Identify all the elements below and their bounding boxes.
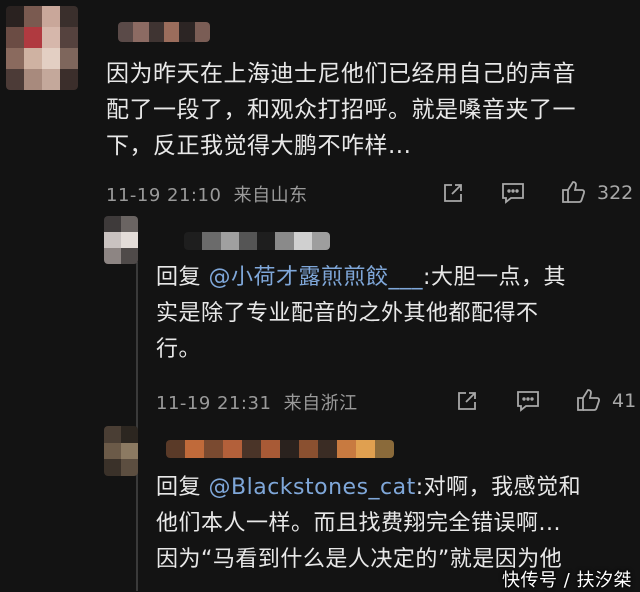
reply-line: 行。	[156, 337, 202, 362]
reply-body: 回复 @小荷才露煎煎餃___:大胆一点，其 实是除了专业配音的之外其他都配得不 …	[156, 260, 636, 368]
reply-line: 实是除了专业配音的之外其他都配得不	[156, 301, 539, 326]
username-blurred[interactable]	[166, 440, 394, 458]
like-button[interactable]	[574, 386, 602, 414]
reply-location: 来自浙江	[283, 393, 358, 414]
reply-prefix: 回复	[156, 475, 202, 500]
comment-button[interactable]	[499, 180, 527, 206]
comment-icon	[517, 391, 539, 412]
mention-link[interactable]: @Blackstones_cat	[209, 475, 416, 500]
like-count: 322	[597, 182, 634, 204]
share-icon	[458, 392, 476, 410]
share-icon	[444, 184, 462, 202]
watermark: 快传号 / 扶汐桀	[502, 570, 633, 591]
thumb-up-icon	[562, 181, 586, 203]
like-button[interactable]	[559, 178, 587, 206]
reply-body: 回复 @Blackstones_cat:对啊，我感觉和 他们本人一样。而且找费翔…	[156, 470, 636, 578]
reply-line: 回复 @小荷才露煎煎餃___:大胆一点，其	[156, 260, 636, 296]
comment-date: 11-19 21:10	[106, 185, 222, 206]
reply-text: :大胆一点，其	[423, 265, 566, 290]
reply-line: 回复 @Blackstones_cat:对啊，我感觉和	[156, 470, 636, 506]
comment-button[interactable]	[514, 388, 542, 414]
share-button[interactable]	[454, 388, 480, 414]
username-blurred[interactable]	[118, 22, 210, 42]
comment-icon	[502, 183, 524, 204]
thumb-up-icon	[577, 389, 601, 411]
comment-meta: 11-19 21:10 来自山东	[106, 181, 308, 207]
reply-prefix: 回复	[156, 265, 202, 290]
like-count: 41	[612, 390, 637, 412]
username-blurred[interactable]	[184, 232, 330, 250]
mention-link[interactable]: @小荷才露煎煎餃___	[209, 265, 424, 290]
comment-line: 因为昨天在上海迪士尼他们已经用自己的声音	[106, 61, 576, 87]
comment-body: 因为昨天在上海迪士尼他们已经用自己的声音 配了一段了，和观众打招呼。就是嗓音夹了…	[106, 56, 636, 164]
reply-date: 11-19 21:31	[156, 393, 272, 414]
avatar[interactable]	[104, 216, 138, 264]
reply-meta: 11-19 21:31 来自浙江	[156, 389, 358, 415]
reply-line: 他们本人一样。而且找费翔完全错误啊...	[156, 511, 561, 536]
reply-text: :对啊，我感觉和	[415, 475, 582, 500]
avatar[interactable]	[104, 426, 138, 476]
comment-location: 来自山东	[233, 185, 308, 206]
share-button[interactable]	[440, 180, 466, 206]
comment-line: 下，反正我觉得大鹏不咋样...	[106, 133, 412, 159]
avatar[interactable]	[6, 6, 78, 90]
comment-line: 配了一段了，和观众打招呼。就是嗓音夹了一	[106, 97, 576, 123]
